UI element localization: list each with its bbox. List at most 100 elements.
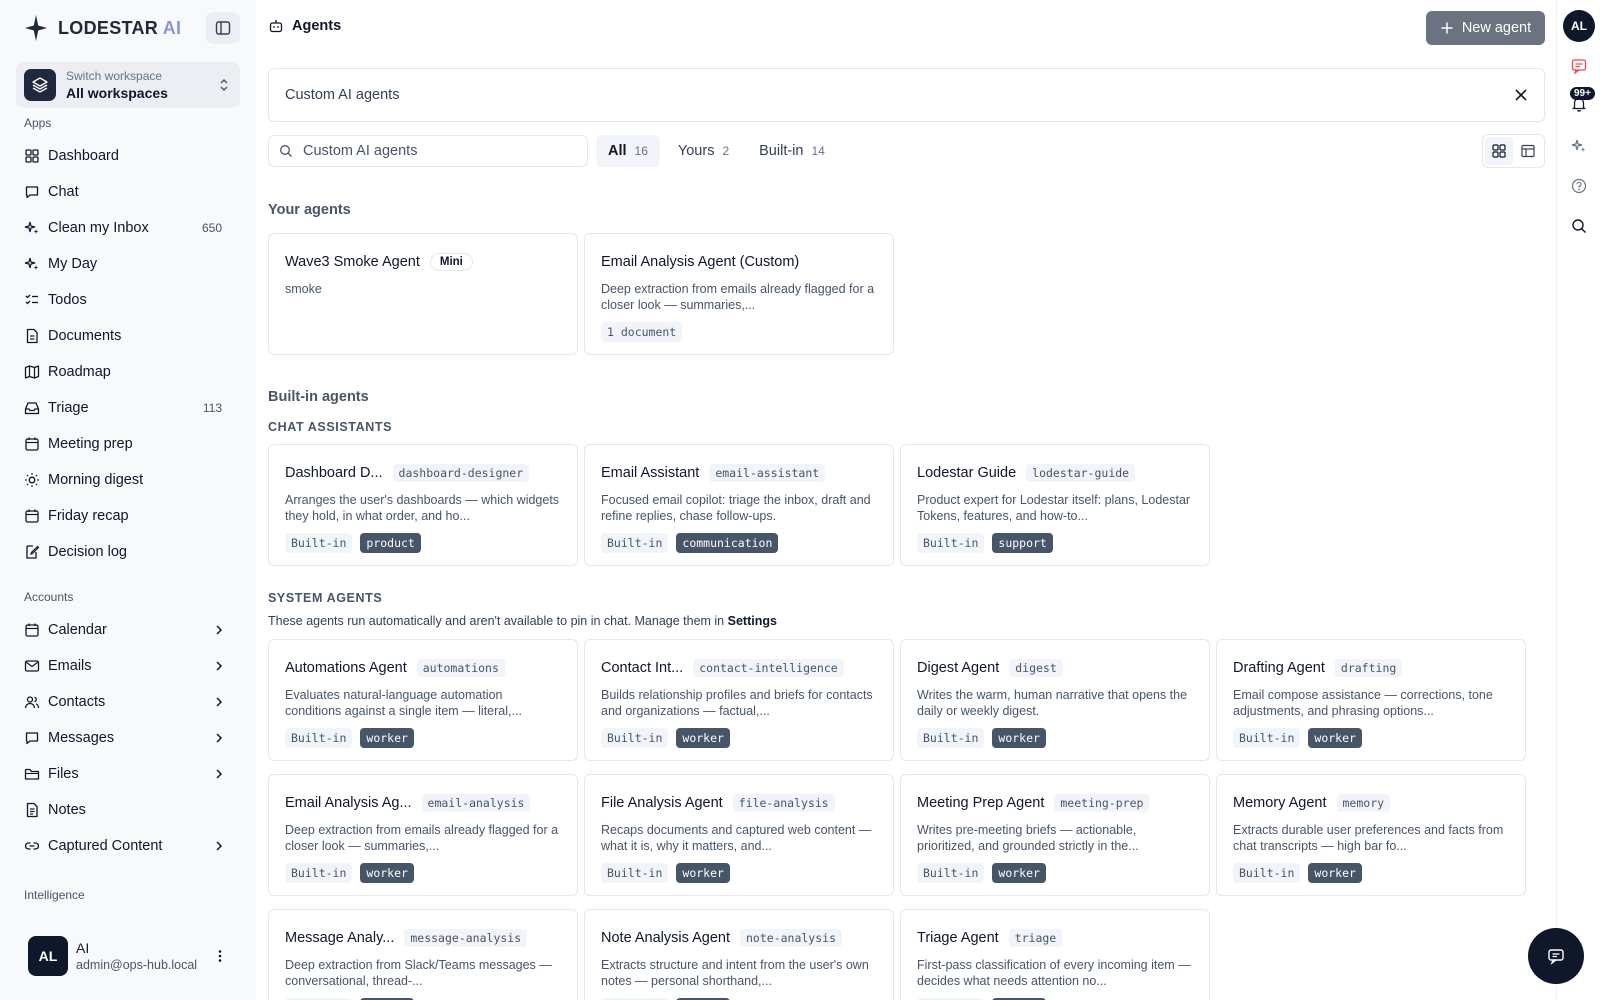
account-avatar[interactable]: AL — [1563, 10, 1595, 42]
count-badge: 650 — [201, 221, 222, 235]
user-menu[interactable]: AL AI admin@ops-hub.local — [16, 932, 240, 980]
agent-description: Recaps documents and captured web conten… — [601, 823, 872, 853]
sidebar-item-label: Meeting prep — [48, 436, 133, 452]
checklist-icon — [25, 294, 38, 305]
sidebar-item-chat[interactable]: Chat — [16, 174, 240, 210]
agent-card[interactable]: Message Analy... message-analysis Deep ext… — [268, 909, 578, 1000]
tab-yours[interactable]: Yours 2 — [666, 135, 741, 167]
sidebar-item-friday-recap[interactable]: Friday recap — [16, 498, 240, 534]
agent-description: Email compose assistance — corrections, … — [1233, 688, 1493, 718]
agent-card[interactable]: Contact Int... contact-intelligence Builds… — [584, 639, 894, 761]
sidebar-item-decision-log[interactable]: Decision log — [16, 534, 240, 570]
agent-description: Evaluates natural-language automation co… — [285, 688, 522, 718]
sidebar: LODESTAR AI Switch workspace All workspa… — [0, 0, 256, 1000]
agent-card[interactable]: Email Analysis Agent (Custom) Deep extrac… — [584, 233, 894, 355]
agent-description: Deep extraction from Slack/Teams message… — [285, 958, 552, 988]
filter-banner-text: Custom AI agents — [285, 87, 400, 103]
sidebar-item-emails[interactable]: Emails — [16, 648, 240, 684]
agent-card[interactable]: Email Assistant email-assistant Focused em… — [584, 444, 894, 566]
count-badge: 113 — [202, 401, 222, 415]
agent-card[interactable]: Note Analysis Agent note-analysis Extracts… — [584, 909, 894, 1000]
search-icon[interactable] — [1571, 218, 1587, 234]
collapse-sidebar-button[interactable] — [206, 12, 240, 44]
sidebar-item-morning-digest[interactable]: Morning digest — [16, 462, 240, 498]
agent-slug: message-analysis — [404, 929, 528, 947]
sidebar-item-label: Friday recap — [48, 508, 129, 524]
agent-card-header: Triage Agent triage — [917, 927, 1193, 949]
sidebar-item-todos[interactable]: Todos — [16, 282, 240, 318]
right-rail: AL 99+ — [1556, 0, 1600, 1000]
sidebar-item-meeting-prep[interactable]: Meeting prep — [16, 426, 240, 462]
agent-title: Drafting Agent — [1233, 660, 1325, 676]
agent-description: Extracts durable user preferences and fa… — [1233, 823, 1504, 853]
agent-card[interactable]: Dashboard D... dashboard-designer Arranges… — [268, 444, 578, 566]
agent-slug: triage — [1008, 929, 1063, 947]
sidebar-item-roadmap[interactable]: Roadmap — [16, 354, 240, 390]
agent-title: Memory Agent — [1233, 795, 1327, 811]
agent-tag: worker — [360, 728, 414, 748]
table-icon — [1521, 144, 1535, 158]
agent-description: Deep extraction from emails already flag… — [601, 282, 875, 312]
search-input[interactable]: Custom AI agents — [268, 135, 588, 167]
sidebar-item-documents[interactable]: Documents — [16, 318, 240, 354]
sidebar-item-triage[interactable]: Triage 113 — [16, 390, 240, 426]
agent-description: Writes the warm, human narrative that op… — [917, 688, 1188, 718]
chat-fab-button[interactable] — [1528, 928, 1584, 984]
agent-tag: Built-in — [601, 863, 669, 883]
agent-card[interactable]: Triage Agent triage First-pass classificat… — [900, 909, 1210, 1000]
grid-icon — [1492, 144, 1506, 158]
agent-card[interactable]: Email Analysis Ag... email-analysis Deep e… — [268, 774, 578, 896]
sidebar-item-messages[interactable]: Messages — [16, 720, 240, 756]
agent-card[interactable]: File Analysis Agent file-analysis Recaps d… — [584, 774, 894, 896]
chevron-right-icon — [216, 841, 223, 851]
agent-title: Wave3 Smoke Agent — [285, 254, 420, 270]
agent-card[interactable]: Lodestar Guide lodestar-guide Product expe… — [900, 444, 1210, 566]
sidebar-item-notes[interactable]: Notes — [16, 792, 240, 828]
agent-tags: Built-in worker — [917, 863, 1193, 883]
agent-description: Builds relationship profiles and briefs … — [601, 688, 873, 718]
agent-title: Triage Agent — [917, 930, 999, 946]
agent-card[interactable]: Memory Agent memory Extracts durable user … — [1216, 774, 1526, 896]
tab-built-in[interactable]: Built-in 14 — [747, 135, 837, 167]
apps-nav: Dashboard Chat Clean my Inbox 650 My Day Todo… — [16, 138, 240, 570]
agent-card[interactable]: Automations Agent automations Evaluates na… — [268, 639, 578, 761]
agent-card[interactable]: Drafting Agent drafting Email compose assi… — [1216, 639, 1526, 761]
agent-title: Automations Agent — [285, 660, 407, 676]
page-title: Agents — [292, 18, 342, 34]
workspace-switcher[interactable]: Switch workspace All workspaces — [16, 62, 240, 108]
view-toggle — [1482, 134, 1545, 168]
sidebar-item-label: Documents — [48, 328, 122, 344]
sidebar-item-files[interactable]: Files — [16, 756, 240, 792]
sidebar-item-captured-content[interactable]: Captured Content — [16, 828, 240, 864]
sparkles-icon[interactable] — [1571, 138, 1587, 154]
new-agent-button[interactable]: New agent — [1426, 11, 1545, 45]
agent-card[interactable]: Meeting Prep Agent meeting-prep Writes pre… — [900, 774, 1210, 896]
table-view-button[interactable] — [1515, 137, 1543, 165]
agent-tag: worker — [992, 863, 1046, 883]
agent-tag: Built-in — [1233, 728, 1301, 748]
sidebar-item-my-day[interactable]: My Day — [16, 246, 240, 282]
sidebar-item-calendar[interactable]: Calendar — [16, 612, 240, 648]
agent-slug: lodestar-guide — [1026, 464, 1136, 482]
settings-link[interactable]: Settings — [728, 614, 777, 628]
sidebar-item-contacts[interactable]: Contacts — [16, 684, 240, 720]
sparkles-icon — [24, 221, 39, 234]
agent-card[interactable]: Wave3 Smoke Agent Mini smoke — [268, 233, 578, 355]
grid-view-button[interactable] — [1485, 137, 1513, 165]
sidebar-item-label: Clean my Inbox — [48, 220, 149, 236]
more-vertical-icon[interactable] — [212, 948, 228, 964]
agent-card[interactable]: Digest Agent digest Writes the warm, human… — [900, 639, 1210, 761]
tab-all[interactable]: All 16 — [596, 135, 660, 167]
sidebar-item-clean-my-inbox[interactable]: Clean my Inbox 650 — [16, 210, 240, 246]
accounts-nav: Calendar Emails Contacts Messages Files Notes… — [16, 612, 240, 864]
close-icon[interactable] — [1514, 88, 1528, 102]
help-icon[interactable] — [1571, 178, 1587, 194]
agent-slug: note-analysis — [739, 929, 842, 947]
agent-slug: meeting-prep — [1054, 794, 1150, 812]
feedback-icon[interactable] — [1571, 58, 1587, 74]
brand-logo[interactable]: LODESTAR AI — [24, 14, 181, 42]
agent-tag: Built-in — [917, 863, 985, 883]
agent-card-header: Email Analysis Ag... email-analysis — [285, 792, 561, 814]
chevron-right-icon — [216, 769, 223, 779]
sidebar-item-dashboard[interactable]: Dashboard — [16, 138, 240, 174]
